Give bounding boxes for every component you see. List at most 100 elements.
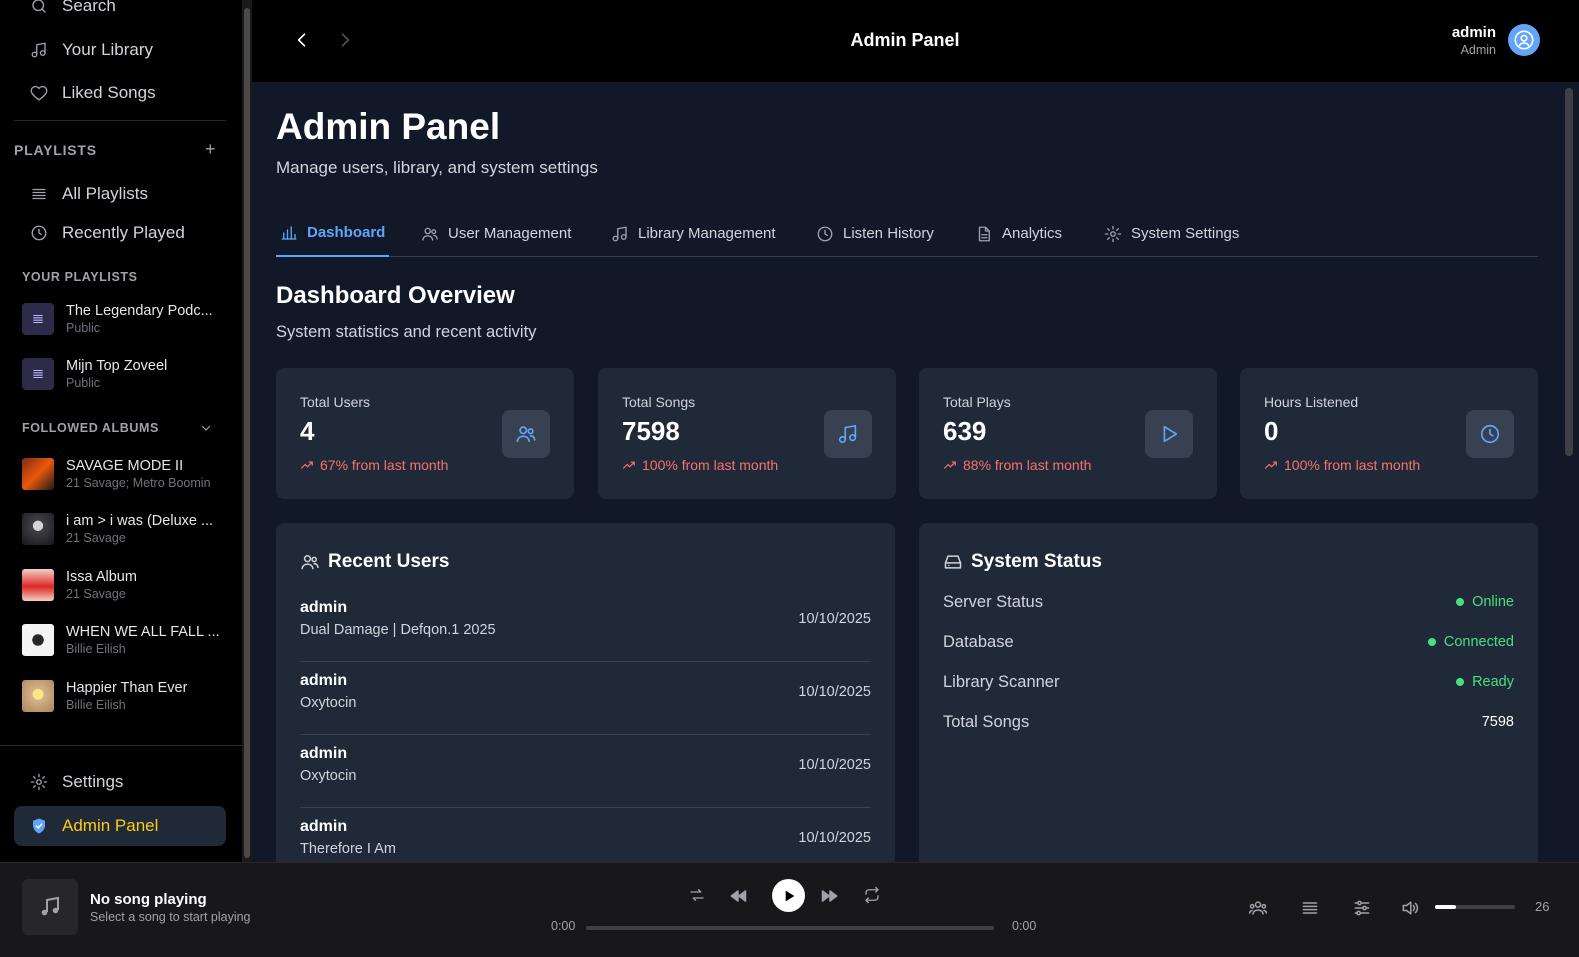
tab-label: Library Management	[638, 225, 776, 242]
nav-admin-panel[interactable]: Admin Panel	[14, 806, 226, 846]
album-item[interactable]: WHEN WE ALL FALL ... Billie Eilish	[22, 617, 222, 663]
sidebar-divider	[14, 120, 226, 121]
recent-users-panel: Recent Users admin Dual Damage | Defqon.…	[276, 523, 895, 862]
album-item[interactable]: SAVAGE MODE II 21 Savage; Metro Boomin	[22, 451, 222, 497]
trend-icon	[622, 461, 635, 469]
playlist-item[interactable]: The Legendary Podc... Public	[22, 296, 222, 342]
stat-label: Hours Listened	[1264, 394, 1359, 410]
nav-recently-played[interactable]: Recently Played	[14, 213, 226, 253]
stat-card-total-plays: Total Plays 639 88% from last month	[919, 368, 1217, 499]
clock-icon	[817, 226, 833, 241]
scrollbar-thumb[interactable]	[244, 8, 250, 858]
user-row-date: 10/10/2025	[798, 684, 871, 700]
user-row-song: Oxytocin	[300, 695, 357, 711]
album-artist: 21 Savage	[66, 587, 126, 601]
nav-search[interactable]: Search	[14, 0, 226, 26]
playlists-heading: PLAYLISTS	[14, 142, 97, 158]
nav-all-playlists-label: All Playlists	[62, 184, 148, 203]
album-cover	[22, 624, 54, 656]
now-playing-subtitle: Select a song to start playing	[90, 910, 251, 924]
stat-label: Total Users	[300, 394, 371, 410]
tab-dashboard[interactable]: Dashboard	[276, 210, 390, 257]
equalizer-button[interactable]	[1352, 898, 1372, 923]
play-icon	[1163, 425, 1178, 443]
progress-bar[interactable]	[586, 926, 994, 930]
tab-user-management[interactable]: User Management	[421, 210, 571, 257]
skip-back-icon	[730, 890, 747, 902]
stat-trend-text: 88% from last month	[963, 457, 1092, 473]
stat-value: 639	[943, 416, 987, 446]
album-title: WHEN WE ALL FALL ...	[66, 624, 220, 640]
playlist-thumb	[22, 303, 54, 335]
album-item[interactable]: Happier Than Ever Billie Eilish	[22, 673, 222, 719]
playlist-title: The Legendary Podc...	[66, 303, 213, 319]
stat-trend-text: 100% from last month	[1284, 457, 1421, 473]
status-value: Connected	[1443, 634, 1514, 650]
tab-library-management[interactable]: Library Management	[611, 210, 776, 257]
shuffle-button[interactable]	[688, 886, 706, 904]
queue-button[interactable]	[1300, 898, 1320, 923]
table-row[interactable]: admin Dual Damage | Defqon.1 2025 10/10/…	[300, 589, 871, 662]
album-title: i am > i was (Deluxe ...	[66, 513, 214, 529]
recent-users-title: Recent Users	[300, 551, 449, 573]
clock-icon	[1480, 424, 1500, 444]
tab-analytics[interactable]: Analytics	[975, 210, 1062, 257]
status-row-total-songs: Total Songs 7598	[943, 713, 1514, 737]
status-dot	[1427, 638, 1436, 646]
stat-icon	[824, 410, 872, 458]
sliders-icon	[1354, 900, 1370, 916]
scrollbar-thumb[interactable]	[1565, 88, 1573, 456]
album-item[interactable]: Issa Album 21 Savage	[22, 562, 222, 608]
stat-trend-text: 100% from last month	[642, 457, 779, 473]
volume-icon	[1402, 901, 1419, 915]
heart-icon	[30, 85, 48, 101]
status-badge: Connected	[1427, 634, 1514, 650]
stat-label: Total Songs	[622, 394, 696, 410]
nav-all-playlists[interactable]: All Playlists	[14, 174, 226, 214]
playlist-thumb	[22, 358, 54, 390]
tab-label: System Settings	[1131, 225, 1240, 242]
stat-trend: 88% from last month	[943, 457, 1091, 473]
table-row[interactable]: admin Oxytocin 10/10/2025	[300, 735, 871, 808]
stat-value: 4	[300, 416, 315, 446]
album-item[interactable]: i am > i was (Deluxe ... 21 Savage	[22, 506, 222, 552]
nav-liked-songs[interactable]: Liked Songs	[14, 73, 226, 113]
queue-list-icon	[1302, 902, 1318, 914]
avatar[interactable]	[1508, 24, 1540, 56]
nav-settings[interactable]: Settings	[14, 762, 226, 802]
sidebar-scrollbar[interactable]	[242, 0, 252, 868]
document-icon	[978, 226, 990, 241]
repeat-button[interactable]	[863, 886, 881, 904]
user-info[interactable]: admin Admin	[1452, 24, 1496, 57]
stat-label: Total Plays	[943, 394, 1011, 410]
tab-system-settings[interactable]: System Settings	[1104, 210, 1239, 257]
table-row[interactable]: admin Therefore I Am 10/10/2025	[300, 808, 871, 862]
stat-card-hours-listened: Hours Listened 0 100% from last month	[1240, 368, 1538, 499]
user-row-date: 10/10/2025	[798, 611, 871, 627]
next-button[interactable]	[820, 886, 840, 906]
previous-button[interactable]	[728, 886, 748, 906]
music-note-icon	[612, 226, 627, 241]
volume-slider[interactable]	[1435, 905, 1515, 909]
add-playlist-icon[interactable]: +	[205, 139, 216, 160]
play-button[interactable]	[772, 879, 805, 912]
status-row-server: Server Status Online	[943, 593, 1514, 617]
table-row[interactable]: admin Oxytocin 10/10/2025	[300, 662, 871, 735]
chevron-down-icon[interactable]	[200, 422, 212, 434]
main-scrollbar[interactable]	[1562, 82, 1579, 862]
music-note-icon	[838, 424, 857, 444]
status-badge: Online	[1456, 594, 1514, 610]
tab-listen-history[interactable]: Listen History	[816, 210, 934, 257]
skip-forward-icon	[821, 890, 838, 902]
volume-button[interactable]	[1400, 898, 1420, 923]
nav-your-library[interactable]: Your Library	[14, 30, 226, 70]
album-cover	[22, 513, 54, 545]
stat-icon	[502, 410, 550, 458]
listeners-button[interactable]	[1248, 898, 1268, 923]
stat-icon	[1466, 410, 1514, 458]
volume-fill	[1435, 905, 1456, 909]
status-label: Total Songs	[943, 713, 1030, 731]
panel-title-text: System Status	[971, 551, 1102, 572]
playlist-item[interactable]: Mijn Top Zoveel Public	[22, 351, 222, 397]
now-playing-title: No song playing	[90, 891, 207, 908]
